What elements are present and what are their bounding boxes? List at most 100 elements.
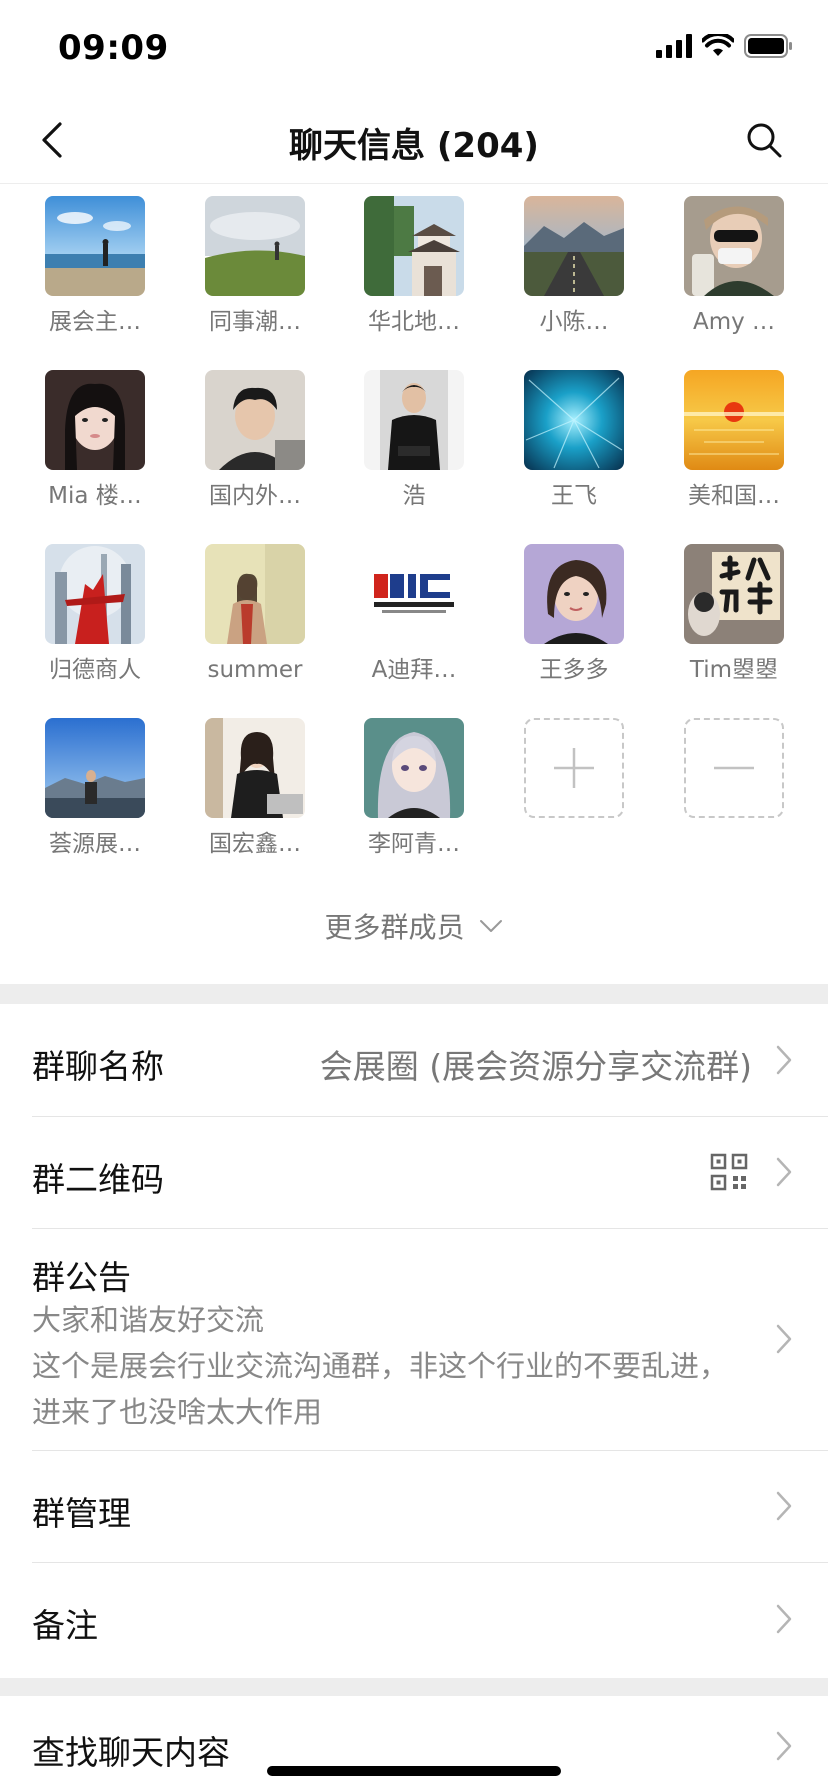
member-name: 展会主…	[49, 309, 141, 335]
avatar	[45, 196, 145, 296]
chevron-right-icon	[776, 1491, 792, 1521]
member-item[interactable]: 李阿青…	[334, 718, 494, 868]
search-icon	[747, 123, 782, 158]
status-icons	[656, 34, 794, 58]
section-divider	[0, 984, 828, 1004]
search-chat-label: 查找聊天内容	[32, 1733, 230, 1772]
chevron-right-icon	[776, 1157, 792, 1187]
group-name-value: 会展圈 (展会资源分享交流群)	[319, 1047, 752, 1086]
avatar	[45, 370, 145, 470]
minus-icon	[714, 766, 754, 770]
remove-member-tile	[684, 718, 784, 818]
member-item[interactable]: 国宏鑫…	[175, 718, 335, 868]
group-manage-label: 群管理	[32, 1494, 131, 1533]
avatar	[205, 718, 305, 818]
avatar	[684, 544, 784, 644]
avatar	[45, 718, 145, 818]
member-item[interactable]: 荟源展…	[15, 718, 175, 868]
member-item[interactable]: 归德商人	[15, 544, 175, 694]
member-name: 李阿青…	[368, 831, 460, 857]
signal-icon	[656, 34, 692, 58]
member-name: 浩	[402, 483, 426, 509]
battery-icon	[744, 34, 792, 58]
add-member-button[interactable]	[494, 718, 654, 868]
group-manage-row[interactable]: 群管理	[0, 1451, 828, 1562]
more-members-label: 更多群成员	[324, 911, 465, 944]
member-name: 荟源展…	[49, 831, 141, 857]
member-item[interactable]: 展会主…	[15, 196, 175, 346]
member-name: 国内外…	[209, 483, 301, 509]
member-item[interactable]: 小陈…	[494, 196, 654, 346]
member-item[interactable]: summer	[175, 544, 335, 694]
member-name: 国宏鑫…	[209, 831, 301, 857]
avatar	[205, 196, 305, 296]
group-notice-label: 群公告	[32, 1258, 131, 1297]
group-notice-row[interactable]: 群公告 大家和谐友好交流 这个是展会行业交流沟通群，非这个行业的不要乱进， 进来…	[0, 1229, 828, 1450]
status-time: 09:09	[58, 28, 169, 68]
chevron-right-icon	[776, 1045, 792, 1075]
member-item[interactable]: Tim曌曌	[654, 544, 814, 694]
member-name: Mia 楼…	[48, 483, 142, 509]
member-item[interactable]: Amy …	[654, 196, 814, 346]
chevron-right-icon	[776, 1604, 792, 1634]
member-item[interactable]: A迪拜…	[334, 544, 494, 694]
member-item[interactable]: 浩	[334, 370, 494, 520]
status-bar: 09:09	[0, 0, 828, 96]
avatar	[524, 370, 624, 470]
add-member-tile	[524, 718, 624, 818]
avatar	[205, 370, 305, 470]
chevron-down-icon	[480, 920, 503, 932]
member-name: summer	[207, 657, 303, 683]
member-name: Amy …	[692, 309, 776, 335]
avatar	[364, 544, 464, 644]
more-members-link[interactable]: 更多群成员	[0, 906, 828, 946]
member-name: 华北地…	[368, 309, 460, 335]
chevron-right-icon	[776, 1324, 792, 1354]
search-button[interactable]	[734, 110, 794, 170]
member-item[interactable]: Mia 楼…	[15, 370, 175, 520]
member-item[interactable]: 王多多	[494, 544, 654, 694]
group-notice-text: 大家和谐友好交流 这个是展会行业交流沟通群，非这个行业的不要乱进， 进来了也没啥…	[32, 1297, 772, 1435]
avatar	[524, 196, 624, 296]
notice-line: 大家和谐友好交流	[32, 1303, 265, 1337]
settings-list-2: 查找聊天内容	[0, 1696, 828, 1792]
search-chat-row[interactable]: 查找聊天内容	[0, 1696, 828, 1792]
avatar	[364, 196, 464, 296]
group-name-label: 群聊名称	[32, 1047, 164, 1086]
avatar	[45, 544, 145, 644]
member-item[interactable]: 同事潮…	[175, 196, 335, 346]
avatar	[364, 370, 464, 470]
member-item[interactable]: 华北地…	[334, 196, 494, 346]
plus-icon	[554, 748, 594, 788]
group-name-row[interactable]: 群聊名称 会展圈 (展会资源分享交流群)	[0, 1004, 828, 1116]
nav-bar: 聊天信息 (204)	[0, 96, 828, 184]
member-name: 王飞	[551, 483, 597, 509]
chevron-right-icon	[776, 1731, 792, 1761]
notice-line: 这个是展会行业交流沟通群，非这个行业的不要乱进，	[32, 1349, 729, 1383]
page-title: 聊天信息 (204)	[289, 126, 539, 166]
remove-member-button[interactable]	[654, 718, 814, 868]
avatar	[364, 718, 464, 818]
remark-row[interactable]: 备注	[0, 1563, 828, 1678]
member-item[interactable]: 国内外…	[175, 370, 335, 520]
member-item[interactable]: 王飞	[494, 370, 654, 520]
qr-code-icon	[710, 1153, 748, 1191]
avatar	[524, 544, 624, 644]
avatar	[684, 370, 784, 470]
members-grid: 展会主… 同事潮… 华北地… 小陈… Amy … Mia 楼… 国内外… 浩 王…	[0, 184, 828, 984]
member-name: A迪拜…	[371, 657, 457, 683]
member-name: 王多多	[539, 657, 609, 683]
member-name: 同事潮…	[209, 309, 301, 335]
home-indicator	[267, 1766, 561, 1776]
section-divider	[0, 1678, 828, 1696]
avatar	[205, 544, 305, 644]
member-name: 美和国…	[688, 483, 780, 509]
member-name: Tim曌曌	[689, 657, 779, 683]
member-name: 小陈…	[539, 309, 609, 335]
group-qr-row[interactable]: 群二维码	[0, 1117, 828, 1228]
avatar	[684, 196, 784, 296]
member-name: 归德商人	[49, 657, 141, 683]
member-item[interactable]: 美和国…	[654, 370, 814, 520]
group-qr-label: 群二维码	[32, 1160, 164, 1199]
notice-line: 进来了也没啥太大作用	[32, 1395, 323, 1429]
